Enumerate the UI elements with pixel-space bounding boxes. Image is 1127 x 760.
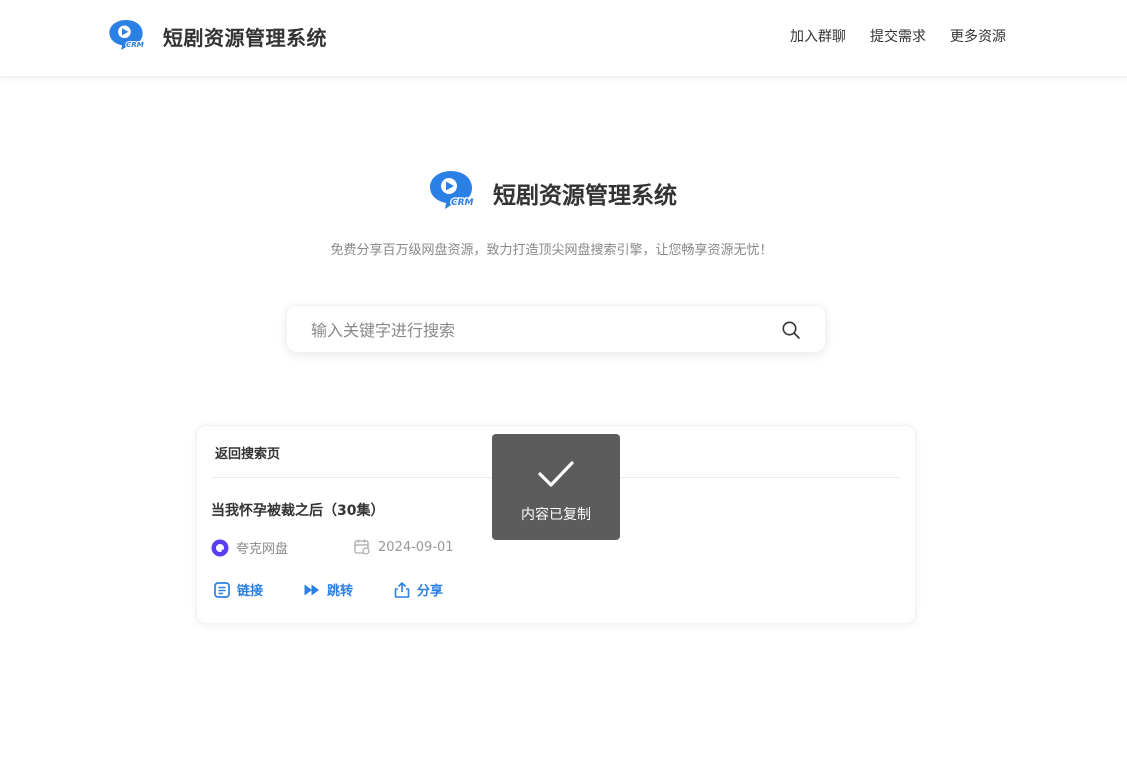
top-nav: 加入群聊 提交需求 更多资源: [790, 26, 1006, 46]
fast-forward-icon: [304, 584, 320, 595]
resource-date-label: 2024-09-01: [378, 539, 454, 555]
toast-message: 内容已复制: [521, 507, 591, 523]
svg-text:CRM: CRM: [451, 198, 474, 208]
crm-logo-icon: CRM: [430, 171, 475, 209]
top-header: CRM 短剧资源管理系统 加入群聊 提交需求 更多资源: [0, 0, 1127, 77]
link-button[interactable]: 链接: [213, 580, 263, 599]
link-button-label: 链接: [237, 584, 264, 599]
back-to-search-link[interactable]: 返回搜索页: [215, 443, 280, 462]
resource-actions: 链接 跳转 分享: [213, 580, 483, 599]
share-button-label: 分享: [417, 584, 444, 599]
jump-button[interactable]: 跳转: [303, 580, 353, 599]
crm-logo-icon[interactable]: CRM: [107, 18, 145, 52]
nav-submit-request[interactable]: 提交需求: [870, 26, 926, 46]
copied-toast: 内容已复制: [492, 434, 620, 540]
share-icon: [394, 581, 410, 598]
resource-date: 2024-09-01: [353, 538, 454, 556]
search-input[interactable]: [309, 306, 773, 354]
svg-text:CRM: CRM: [126, 40, 144, 49]
hero-subtitle: 免费分享百万级网盘资源，致力打造顶尖网盘搜索引擎，让您畅享资源无忧！: [330, 243, 773, 258]
hero-title: 短剧资源管理系统: [493, 183, 677, 209]
resource-source: 夸克网盘: [211, 538, 288, 557]
header-title[interactable]: 短剧资源管理系统: [163, 22, 327, 51]
nav-more-resources[interactable]: 更多资源: [950, 26, 1006, 46]
check-icon: [538, 461, 574, 487]
nav-join-group[interactable]: 加入群聊: [790, 26, 846, 46]
calendar-icon: [354, 539, 370, 555]
resource-title[interactable]: 当我怀孕被裁之后（30集）: [211, 500, 384, 520]
search-icon[interactable]: [781, 320, 801, 340]
resource-source-label: 夸克网盘: [236, 542, 289, 557]
jump-button-label: 跳转: [327, 584, 354, 599]
search-box: [286, 305, 826, 354]
link-doc-icon: [214, 581, 230, 598]
quark-drive-icon: [211, 539, 229, 556]
share-button[interactable]: 分享: [393, 580, 443, 599]
